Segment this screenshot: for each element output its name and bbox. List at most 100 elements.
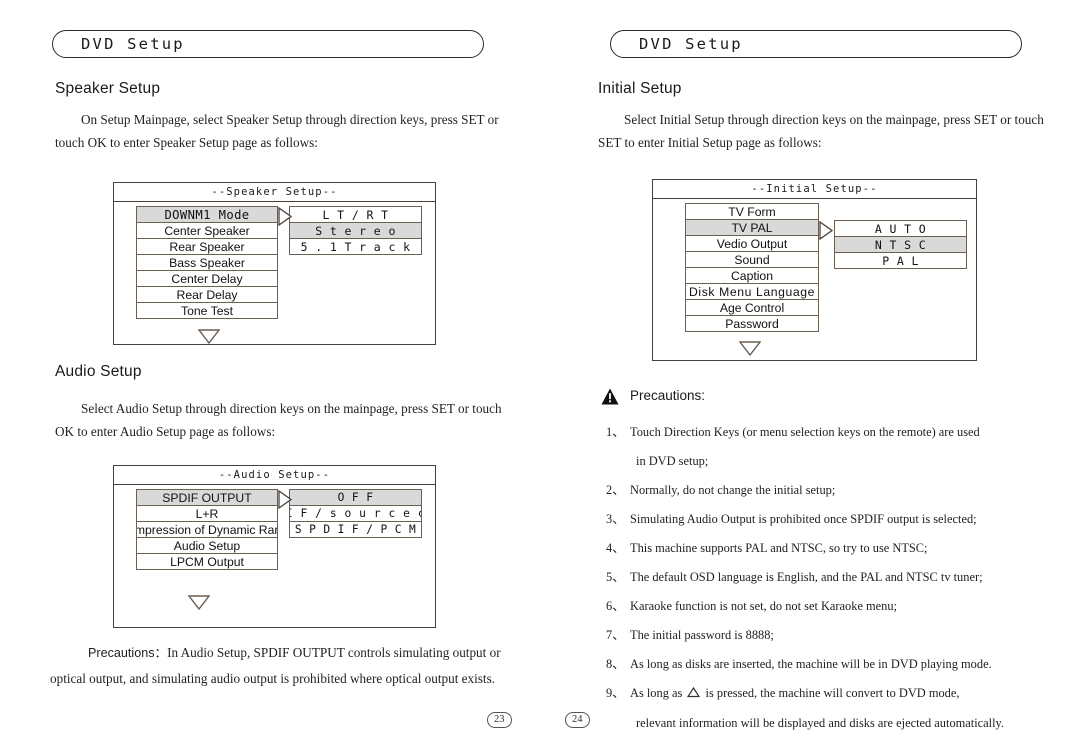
speaker-menu-item-label: Tone Test <box>181 303 233 318</box>
audio-menu-option[interactable]: S P D I F / P C M <box>289 521 422 538</box>
speaker-menu-item[interactable]: Bass Speaker <box>136 254 278 271</box>
audio-menu-item[interactable]: Audio Setup <box>136 537 278 554</box>
initial-menu-option[interactable]: N T S C <box>834 236 967 253</box>
precaution-number: 7、 <box>606 628 625 642</box>
initial-menu-option[interactable]: P A L <box>834 252 967 269</box>
speaker-menu-item[interactable]: Center Delay <box>136 270 278 287</box>
audio-menu-item-label: L+R <box>195 506 219 521</box>
footnote-lead: Precautions： <box>88 646 168 660</box>
right-page-banner: DVD Setup <box>610 30 1022 58</box>
initial-menu-option[interactable]: A U T O <box>834 220 967 237</box>
precautions-list: 1、 Touch Direction Keys (or menu selectio… <box>606 418 1076 738</box>
speaker-menu-item[interactable]: Tone Test <box>136 302 278 319</box>
eject-triangle-icon <box>687 680 701 709</box>
initial-menu-item[interactable]: Disk Menu Language <box>685 283 819 300</box>
audio-setup-menu-panel: --Audio Setup-- SPDIF OUTPUTL+RCompressi… <box>113 465 436 628</box>
audio-menu-item[interactable]: L+R <box>136 505 278 522</box>
precaution-text: Normally, do not change the initial setu… <box>630 483 836 497</box>
initial-menu-item[interactable]: TV Form <box>685 203 819 220</box>
precaution-item: 4、 This machine supports PAL and NTSC, so… <box>606 534 1076 563</box>
precaution-item: 9、 As long as is pressed, the machine wil… <box>606 679 1076 709</box>
initial-menu-item-label: TV Form <box>728 204 776 219</box>
initial-menu-option-label: N T S C <box>874 237 927 252</box>
precaution-number: 6、 <box>606 599 625 613</box>
speaker-menu-title: --Speaker Setup-- <box>114 183 435 202</box>
precaution-item: 8、 As long as disks are inserted, the mac… <box>606 650 1076 679</box>
precaution-number: 4、 <box>606 541 625 555</box>
precaution-text: The initial password is 8888; <box>630 628 774 642</box>
initial-menu-item-label: Caption <box>730 268 773 283</box>
initial-menu-item[interactable]: Password <box>685 315 819 332</box>
page-right: DVD Setup Initial Setup Select Initial S… <box>540 0 1080 756</box>
audio-menu-option-label: O F F <box>337 491 374 504</box>
initial-menu-item-label: Sound <box>734 252 770 267</box>
audio-menu-option-list: O F F S P D I F / s o u r c e c o d e S P … <box>289 489 422 538</box>
precautions-heading: Precautions: <box>630 388 706 403</box>
scroll-down-icon <box>198 329 220 344</box>
audio-menu-item[interactable]: SPDIF OUTPUT <box>136 489 278 506</box>
precaution-text: The default OSD language is English, and… <box>630 570 983 584</box>
precaution-item: 1、 Touch Direction Keys (or menu selectio… <box>606 418 1076 447</box>
initial-menu-item-list: TV Form TV PAL Vedio Output Sound Caption Dis… <box>685 203 819 332</box>
precaution-item: 6、 Karaoke function is not set, do not se… <box>606 592 1076 621</box>
precaution-number: 1、 <box>606 425 625 439</box>
precaution-item: 5、 The default OSD language is English, a… <box>606 563 1076 592</box>
speaker-menu-item[interactable]: Rear Delay <box>136 286 278 303</box>
speaker-menu-option-label: L T / R T <box>322 207 389 222</box>
page-number-right: 24 <box>565 712 590 728</box>
speaker-menu-item-label: Rear Delay <box>176 287 238 302</box>
speaker-menu-item[interactable]: Center Speaker <box>136 222 278 239</box>
initial-menu-title: --Initial Setup-- <box>653 180 976 199</box>
precaution-item: 3、 Simulating Audio Output is prohibited … <box>606 505 1076 534</box>
precaution-number: 5、 <box>606 570 625 584</box>
speaker-menu-item-label: Center Delay <box>171 271 243 286</box>
initial-menu-item[interactable]: TV PAL <box>685 219 819 236</box>
audio-menu-item[interactable]: Compression of Dynamic Range <box>136 521 278 538</box>
initial-menu-item[interactable]: Caption <box>685 267 819 284</box>
scroll-down-icon <box>739 341 761 356</box>
audio-menu-item-label: Audio Setup <box>173 538 241 553</box>
precaution-number: 3、 <box>606 512 625 526</box>
audio-menu-item[interactable]: LPCM Output <box>136 553 278 570</box>
initial-menu-item[interactable]: Age Control <box>685 299 819 316</box>
speaker-menu-item-label: Rear Speaker <box>169 239 245 254</box>
audio-menu-option-label: S P D I F / P C M <box>294 523 417 536</box>
paragraph-initial-setup: Select Initial Setup through direction k… <box>598 112 1044 150</box>
initial-menu-option-label: A U T O <box>874 221 927 236</box>
warning-triangle-icon <box>601 388 619 405</box>
speaker-menu-option[interactable]: 5 . 1 T r a c k <box>289 238 422 255</box>
scroll-down-icon <box>188 595 210 610</box>
heading-speaker-setup: Speaker Setup <box>55 80 161 97</box>
initial-menu-item-label: Disk Menu Language <box>689 284 815 299</box>
right-banner-title: DVD Setup <box>639 35 743 53</box>
audio-setup-footnote: Precautions：In Audio Setup, SPDIF OUTPUT… <box>50 640 520 691</box>
speaker-menu-item[interactable]: Rear Speaker <box>136 238 278 255</box>
initial-menu-item-label: Age Control <box>719 300 785 315</box>
heading-audio-setup: Audio Setup <box>55 363 142 380</box>
precaution-text: Karaoke function is not set, do not set … <box>630 599 898 613</box>
speaker-menu-option-label: S t e r e o <box>315 223 396 238</box>
audio-menu-item-label: Compression of Dynamic Range <box>136 522 277 537</box>
audio-menu-option[interactable]: S P D I F / s o u r c e c o d e <box>289 505 422 522</box>
audio-menu-option-label: S P D I F / s o u r c e c o d e <box>290 507 421 520</box>
audio-menu-option[interactable]: O F F <box>289 489 422 506</box>
speaker-menu-option-label: 5 . 1 T r a c k <box>300 239 411 254</box>
precaution-text: As long as is pressed, the machine will … <box>630 679 1076 709</box>
initial-menu-option-list: A U T ON T S CP A L <box>834 220 967 269</box>
paragraph-audio-setup: Select Audio Setup through direction key… <box>55 401 502 439</box>
speaker-menu-option[interactable]: S t e r e o <box>289 222 422 239</box>
initial-menu-item[interactable]: Sound <box>685 251 819 268</box>
initial-menu-item-label: Vedio Output <box>716 236 788 251</box>
initial-setup-menu-panel: --Initial Setup-- TV Form TV PAL Vedio Out… <box>652 179 977 361</box>
left-page-banner: DVD Setup <box>52 30 484 58</box>
paragraph-speaker-setup: On Setup Mainpage, select Speaker Setup … <box>55 112 499 150</box>
heading-initial-setup: Initial Setup <box>598 80 682 97</box>
speaker-menu-option[interactable]: L T / R T <box>289 206 422 223</box>
left-banner-title: DVD Setup <box>81 35 185 53</box>
speaker-setup-menu-panel: --Speaker Setup-- DOWNM1 Mode Center Spea… <box>113 182 436 345</box>
audio-menu-item-label: LPCM Output <box>170 554 244 569</box>
initial-menu-item[interactable]: Vedio Output <box>685 235 819 252</box>
speaker-menu-item-label: Center Speaker <box>164 223 250 238</box>
speaker-menu-item[interactable]: DOWNM1 Mode <box>136 206 278 223</box>
audio-menu-item-label: SPDIF OUTPUT <box>162 490 252 505</box>
